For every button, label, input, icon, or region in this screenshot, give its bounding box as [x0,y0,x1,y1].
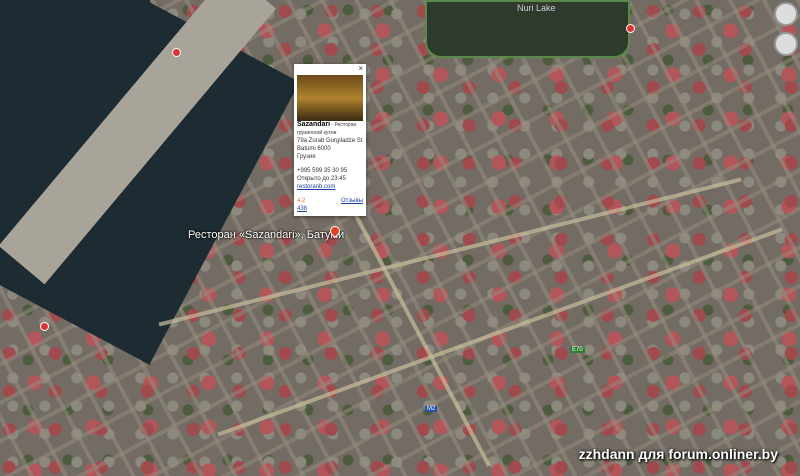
reviews-link[interactable]: Отзывы [341,197,363,205]
route-shield: E70 [570,347,585,353]
phone: +995 599 35 30 95 [297,168,348,174]
zoom-control[interactable] [774,32,798,56]
place-photo[interactable] [297,75,363,121]
road [217,227,783,437]
road [158,177,742,327]
road [346,200,491,467]
website-link[interactable]: restoranb.com [297,184,335,190]
route-shield: M2 [425,406,438,412]
compass-control[interactable] [774,2,798,26]
rating: 4.2 [297,198,306,204]
satellite-map[interactable]: Nuri Lake E70 M2 Ресторан «Sazandari», Б… [0,0,800,476]
address-line: Batumi 6000 [297,146,331,152]
close-icon[interactable]: × [358,65,363,73]
poi-label[interactable]: Ресторан «Sazandari», Батуми [188,229,344,241]
road-marker [40,322,49,331]
lake-label: Nuri Lake [517,3,556,13]
road-marker [626,24,635,33]
opening-hours: Открыто до 23:45 [297,176,346,182]
reviews-count[interactable]: 438 [297,206,307,212]
address-line: 79a Zurab Gorgiladze St [297,138,363,144]
sea [0,0,300,365]
road-marker [172,48,181,57]
place-name: Sazandari [297,121,331,128]
watermark: zzhdann для forum.onliner.by [578,446,778,462]
country: Грузия [297,154,316,160]
place-info-popup: × Sazandari - Ресторан грузинской кухни … [294,64,366,216]
